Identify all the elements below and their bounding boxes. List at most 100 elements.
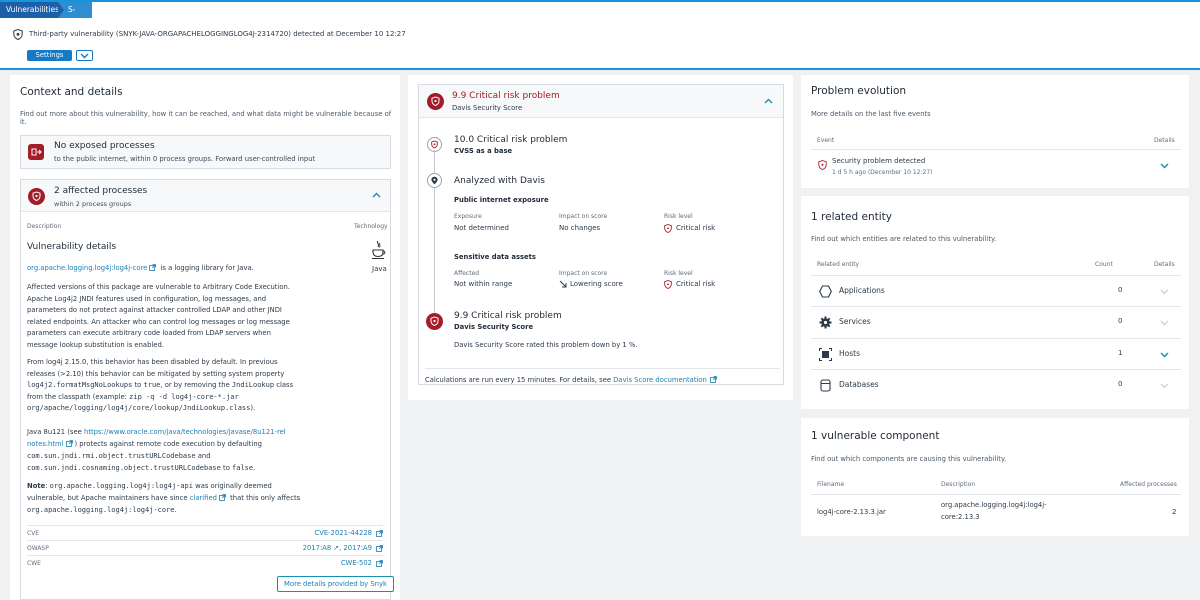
reference-label: OWASP bbox=[27, 545, 49, 552]
final-score-icon bbox=[426, 313, 443, 330]
library-link[interactable]: org.apache.logging.log4j:log4j-core bbox=[27, 264, 147, 272]
cvss-step-icon bbox=[427, 137, 442, 152]
note-code-1: org.apache.logging.log4j:log4j-api bbox=[49, 482, 193, 490]
col-related-entity: Related entity bbox=[817, 261, 860, 268]
sensitive-heading: Sensitive data assets bbox=[454, 253, 536, 261]
cvss-subtitle: CVSS as a base bbox=[454, 147, 513, 155]
sensitive-impact-value: Lowering score bbox=[570, 280, 623, 288]
entity-row-applications[interactable]: Applications 0 bbox=[811, 275, 1181, 306]
component-affected-count: 2 bbox=[1172, 508, 1177, 516]
event-row[interactable]: Security problem detected 1 d 5 h ago (D… bbox=[811, 149, 1181, 181]
context-details-card: Context and details Find out more about … bbox=[10, 75, 400, 600]
exposed-subtitle: to the public internet, within 0 process… bbox=[54, 155, 316, 163]
entity-count: 0 bbox=[1118, 380, 1123, 388]
clarified-link[interactable]: clarified bbox=[190, 494, 217, 502]
context-title: Context and details bbox=[20, 86, 123, 98]
component-row[interactable]: log4j-core-2.13.3.jar org.apache.logging… bbox=[811, 494, 1181, 530]
affected-subtitle: within 2 process groups bbox=[54, 200, 132, 208]
reference-value[interactable]: CVE-2021-44228 bbox=[314, 529, 372, 537]
entity-row-services[interactable]: Services 0 bbox=[811, 306, 1181, 338]
final-title: 9.9 Critical risk problem bbox=[454, 311, 562, 321]
final-subtitle: Davis Security Score bbox=[454, 323, 534, 331]
component-filename: log4j-core-2.13.3.jar bbox=[817, 508, 886, 516]
reference-label: CVE bbox=[27, 530, 40, 537]
entity-name: Hosts bbox=[839, 349, 860, 358]
risk-panel: 9.9 Critical risk problem Davis Security… bbox=[418, 84, 784, 385]
affected-header[interactable]: 2 affected processes within 2 process gr… bbox=[21, 180, 390, 212]
col-risk: Risk level bbox=[664, 270, 693, 277]
entity-name: Services bbox=[839, 317, 871, 326]
chevron-down-icon[interactable] bbox=[1160, 383, 1169, 389]
exposure-icon bbox=[28, 144, 44, 160]
chevron-down-icon[interactable] bbox=[1160, 289, 1169, 295]
chevron-down-icon bbox=[77, 53, 92, 59]
note-text-d: . bbox=[174, 506, 177, 514]
col-affected: Affected bbox=[454, 270, 480, 277]
para3-text-b: ) protects against remote code execution… bbox=[74, 440, 262, 448]
reference-value[interactable]: CWE-502 bbox=[341, 559, 372, 567]
page-title: Third-party vulnerability (SNYK-JAVA-ORG… bbox=[29, 30, 406, 38]
breadcrumb-vulnerabilities[interactable]: Vulnerabilities bbox=[0, 2, 59, 18]
more-details-button[interactable]: More details provided by Snyk bbox=[277, 576, 394, 592]
shield-icon bbox=[818, 160, 827, 170]
exposed-processes-panel[interactable]: No exposed processes to the public inter… bbox=[20, 135, 391, 169]
host-icon bbox=[819, 348, 832, 361]
chevron-up-icon[interactable] bbox=[764, 98, 773, 104]
component-subtitle: Find out which components are causing th… bbox=[811, 455, 1007, 463]
sensitive-risk-value: Critical risk bbox=[676, 280, 716, 288]
event-title: Security problem detected bbox=[832, 157, 926, 165]
para2-code-2: true bbox=[143, 381, 161, 389]
para3-text-e: . bbox=[253, 464, 256, 472]
risk-subtitle: Davis Security Score bbox=[452, 104, 523, 112]
col-description: Description bbox=[27, 223, 62, 230]
risk-header[interactable]: 9.9 Critical risk problem Davis Security… bbox=[419, 85, 783, 118]
context-subtitle: Find out more about this vulnerability, … bbox=[20, 110, 392, 126]
references-table: CVE CVE-2021-44228 OWASP 2017:A8 ↗, 2017… bbox=[27, 525, 383, 570]
entity-count: 1 bbox=[1118, 349, 1123, 357]
risk-title: 9.9 Critical risk problem bbox=[452, 91, 560, 101]
entity-count: 0 bbox=[1118, 286, 1123, 294]
shield-icon bbox=[13, 29, 23, 40]
col-details: Details bbox=[1154, 137, 1175, 144]
para3-code-1: com.sun.jndi.rmi.object.trustURLCodebase bbox=[27, 452, 196, 460]
chevron-down-icon[interactable] bbox=[1160, 352, 1169, 358]
external-link-icon bbox=[376, 560, 383, 567]
chevron-down-icon[interactable] bbox=[1160, 320, 1169, 326]
external-link-icon bbox=[376, 530, 383, 537]
vulnerable-component-card: 1 vulnerable component Find out which co… bbox=[801, 418, 1189, 536]
external-link-icon bbox=[376, 545, 383, 552]
entity-count: 0 bbox=[1118, 317, 1123, 325]
chevron-down-icon[interactable] bbox=[1160, 163, 1169, 169]
davis-docs-link[interactable]: Davis Score documentation bbox=[613, 376, 707, 384]
reference-label: CWE bbox=[27, 560, 41, 567]
col-count: Count bbox=[1095, 261, 1113, 268]
entity-row-databases[interactable]: Databases 0 bbox=[811, 369, 1181, 401]
settings-button[interactable]: Settings bbox=[27, 50, 72, 61]
col-impact: Impact on score bbox=[559, 270, 608, 277]
external-link-icon bbox=[149, 264, 157, 271]
col-exposure: Exposure bbox=[454, 213, 482, 220]
para2-code-1: log4j2.formatMsgNoLookups bbox=[27, 381, 133, 389]
public-heading: Public internet exposure bbox=[454, 196, 549, 204]
para3-code-2: com.sun.jndi.cosnaming.object.trustURLCo… bbox=[27, 464, 221, 472]
page-header: Third-party vulnerability (SNYK-JAVA-ORG… bbox=[0, 18, 1200, 70]
affected-processes-panel: 2 affected processes within 2 process gr… bbox=[20, 179, 394, 600]
col-description: Description bbox=[941, 481, 976, 488]
public-risk-value: Critical risk bbox=[676, 224, 716, 232]
reference-value[interactable]: 2017:A8 ↗, 2017:A9 bbox=[303, 544, 372, 552]
col-details: Details bbox=[1154, 261, 1175, 268]
external-link-icon bbox=[709, 376, 717, 383]
shield-icon bbox=[28, 188, 45, 205]
final-text: Davis Security Score rated this problem … bbox=[454, 341, 638, 349]
col-risk: Risk level bbox=[664, 213, 693, 220]
chevron-up-icon[interactable] bbox=[372, 192, 381, 198]
sensitive-affected-value: Not within range bbox=[454, 280, 513, 288]
breadcrumb-separator bbox=[58, 2, 64, 18]
note-code-2: org.apache.logging.log4j:log4j-core bbox=[27, 506, 175, 514]
related-title: 1 related entity bbox=[811, 211, 892, 223]
settings-dropdown-button[interactable] bbox=[76, 50, 93, 61]
entity-row-hosts[interactable]: Hosts 1 bbox=[811, 338, 1181, 369]
reference-row: CVE CVE-2021-44228 bbox=[27, 525, 383, 540]
database-icon bbox=[819, 379, 832, 392]
event-time: 1 d 5 h ago (December 10 12:27) bbox=[832, 169, 933, 176]
